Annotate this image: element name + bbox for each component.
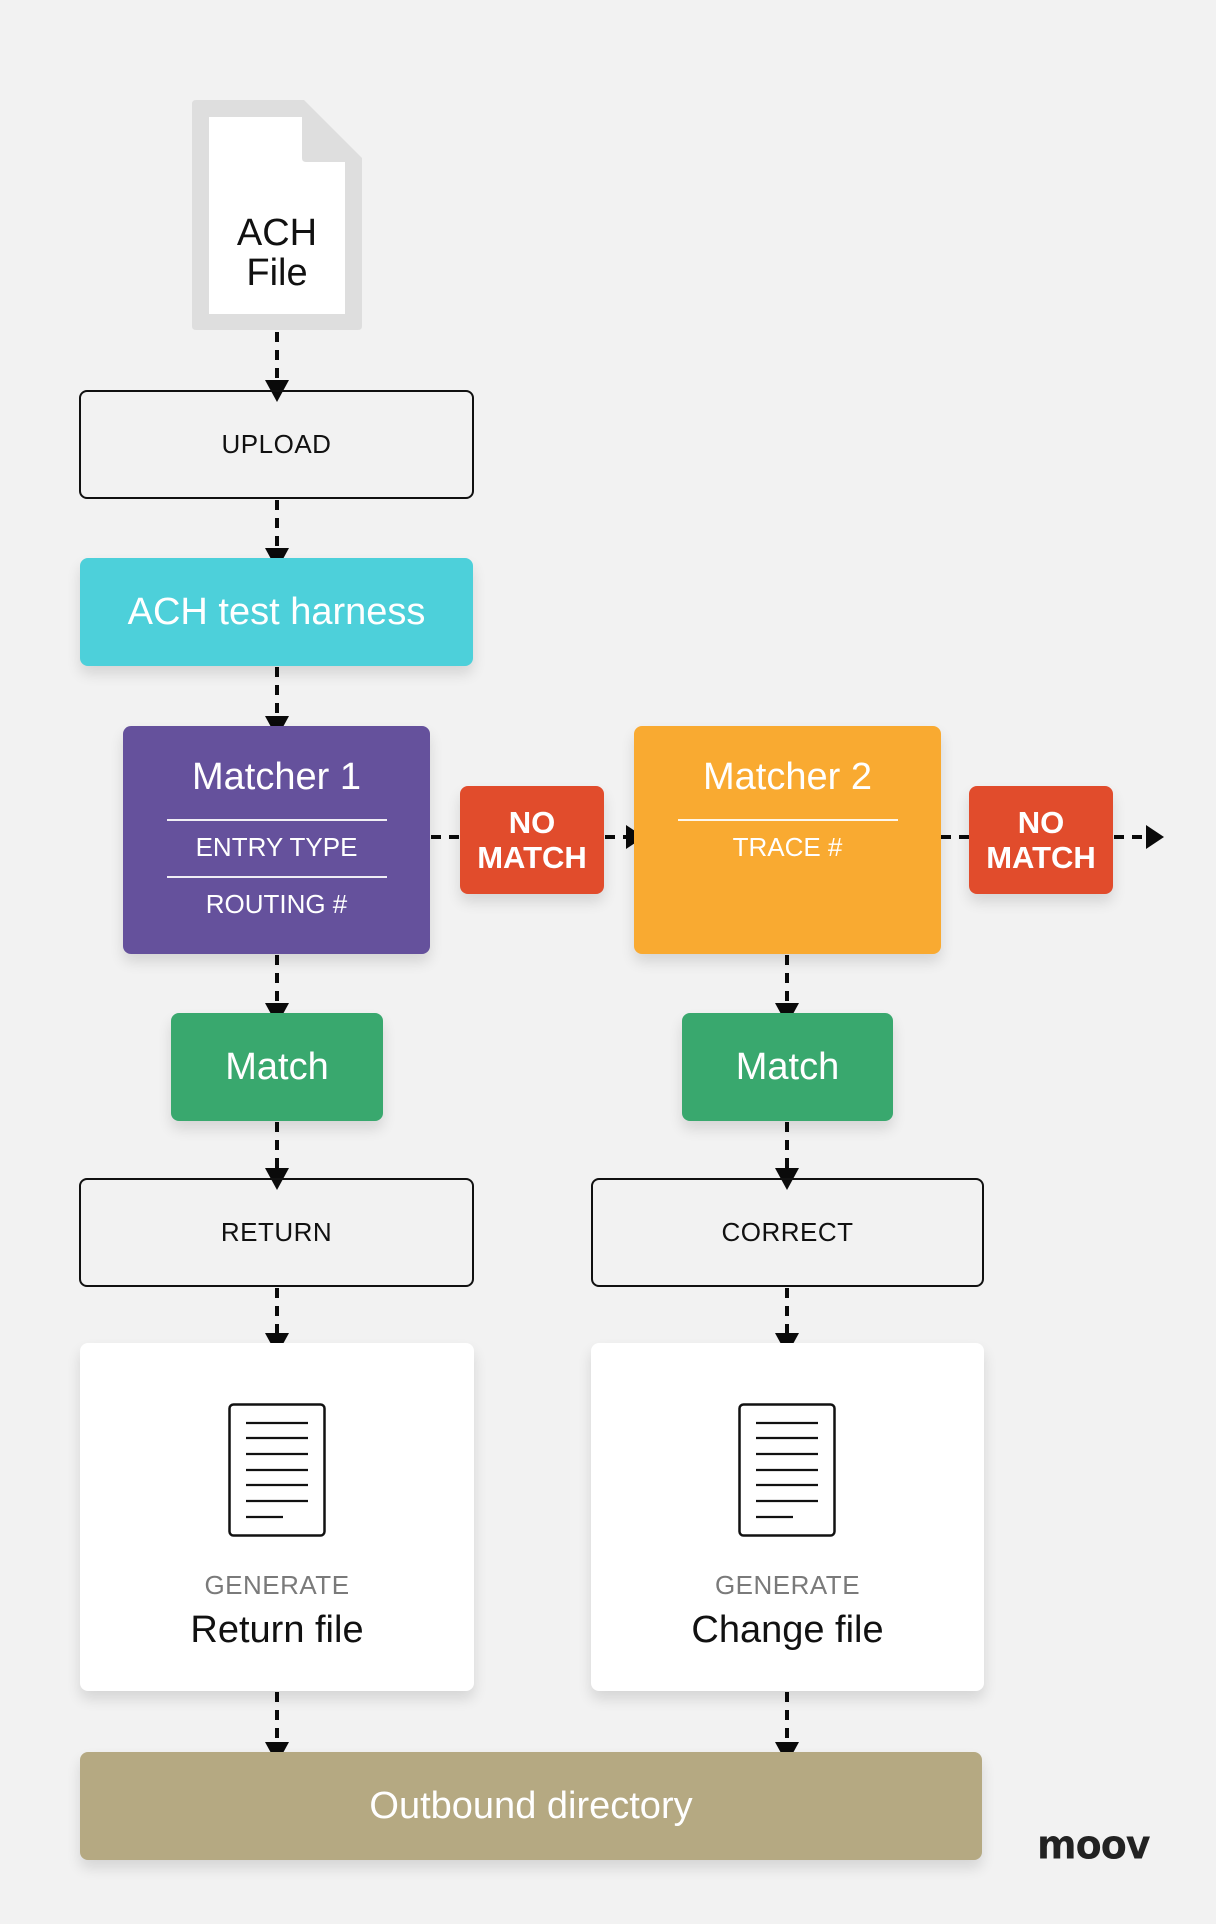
ach-file-line1: ACH xyxy=(236,212,318,254)
no-match-2: NO MATCH xyxy=(969,786,1113,894)
generate-label: GENERATE xyxy=(714,1570,861,1600)
return-step: RETURN xyxy=(79,1178,474,1287)
matcher-1-title: Matcher 1 xyxy=(192,756,361,798)
matcher-2-divider xyxy=(678,819,898,821)
no-match-line1: NO xyxy=(508,805,556,840)
file-lines-icon xyxy=(228,1403,326,1537)
correct-label: CORRECT xyxy=(721,1217,854,1247)
ach-file-label: ACH File xyxy=(209,178,345,328)
matcher-1-criterion: ENTRY TYPE xyxy=(195,832,358,862)
upload-step: UPLOAD xyxy=(79,390,474,499)
generate-return-file-card: GENERATE Return file xyxy=(80,1343,474,1691)
matcher-1: Matcher 1 ENTRY TYPE ROUTING # xyxy=(123,726,430,954)
matcher-2-criterion: TRACE # xyxy=(732,832,843,862)
match-2: Match xyxy=(682,1013,893,1121)
match-1: Match xyxy=(171,1013,383,1121)
matcher-1-criterion: ROUTING # xyxy=(205,889,348,919)
output-file-name: Change file xyxy=(691,1609,884,1651)
matcher-2: Matcher 2 TRACE # xyxy=(634,726,941,954)
correct-step: CORRECT xyxy=(591,1178,984,1287)
ach-file-document: ACH File xyxy=(192,100,362,330)
harness-label: ACH test harness xyxy=(127,590,426,633)
file-lines-icon xyxy=(738,1403,836,1537)
matcher-2-title: Matcher 2 xyxy=(703,756,872,798)
outbound-label: Outbound directory xyxy=(369,1784,693,1827)
upload-label: UPLOAD xyxy=(221,429,332,459)
generate-label: GENERATE xyxy=(204,1570,350,1600)
no-match-line2: MATCH xyxy=(986,840,1096,875)
no-match-line2: MATCH xyxy=(477,840,587,875)
generate-change-file-card: GENERATE Change file xyxy=(591,1343,984,1691)
match-1-label: Match xyxy=(225,1045,329,1088)
moov-logo: moov xyxy=(1037,1821,1151,1869)
matcher-1-divider xyxy=(167,819,387,821)
matcher-1-divider xyxy=(167,876,387,878)
logo-text: moov xyxy=(1037,1821,1151,1869)
no-match-line1: NO xyxy=(1017,805,1065,840)
return-label: RETURN xyxy=(220,1217,333,1247)
arrowhead-onward xyxy=(1146,825,1164,849)
no-match-1: NO MATCH xyxy=(460,786,604,894)
ach-file-line2: File xyxy=(246,252,308,294)
match-2-label: Match xyxy=(735,1045,840,1088)
outbound-directory: Outbound directory xyxy=(80,1752,982,1860)
ach-test-harness: ACH test harness xyxy=(80,558,473,666)
output-file-name: Return file xyxy=(190,1609,364,1651)
